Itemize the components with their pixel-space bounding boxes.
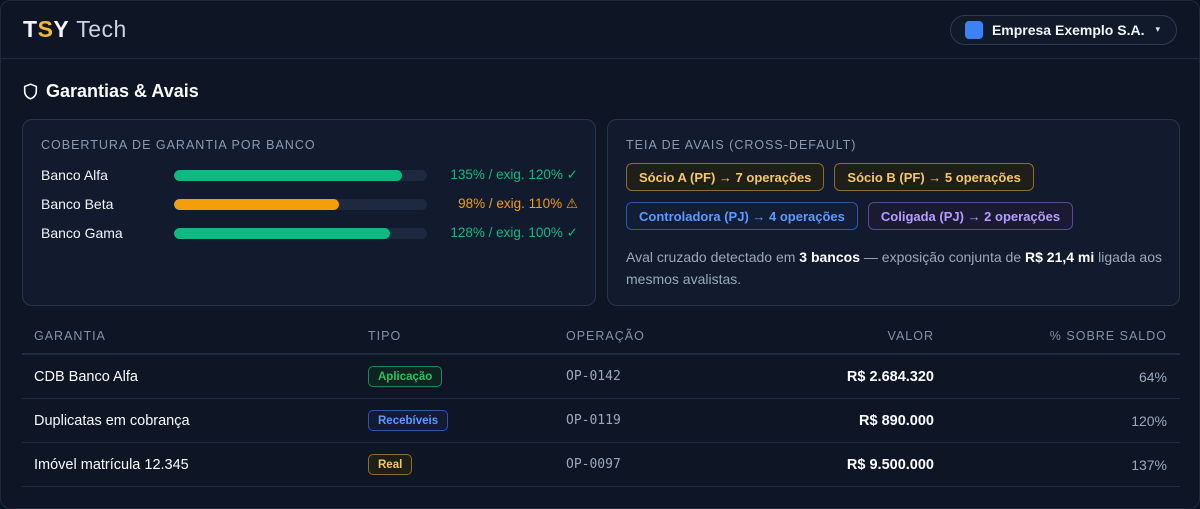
bank-name: Banco Alfa (41, 167, 108, 183)
cell-valor: R$ 2.684.320 (846, 368, 934, 385)
coverage-value: 98% / exig. 110% ⚠ (458, 196, 578, 211)
type-badge: Recebíveis (368, 410, 449, 431)
table-row[interactable]: Duplicatas em cobrança Recebíveis OP-011… (22, 399, 1180, 443)
guarantor-chip-socio-a[interactable]: Sócio A (PF) → 7 operações (626, 163, 825, 191)
table-row[interactable]: Imóvel matrícula 12.345 Real OP-0097 R$ … (22, 443, 1180, 487)
bank-coverage-row: Banco Beta 98% / exig. 110% ⚠ (41, 194, 578, 214)
logo-text: Tech (76, 16, 127, 42)
company-color-icon (964, 20, 983, 39)
cross-default-summary: Aval cruzado detectado em 3 bancos — exp… (626, 246, 1166, 290)
summary-exposure-amount: R$ 21,4 mi (1025, 249, 1095, 265)
column-header-pct-saldo[interactable]: % SOBRE SALDO (934, 329, 1167, 343)
cell-pct-saldo: 137% (1131, 456, 1167, 473)
avais-card-title: TEIA DE AVAIS (CROSS-DEFAULT) (626, 138, 857, 152)
type-badge: Aplicação (368, 366, 443, 387)
coverage-value: 128% / exig. 100% ✓ (450, 225, 578, 240)
bank-name: Banco Beta (41, 196, 114, 212)
guarantor-chips: Sócio A (PF) → 7 operações Sócio B (PF) … (626, 163, 1166, 241)
cell-operacao: OP-0142 (566, 369, 621, 384)
avais-card: TEIA DE AVAIS (CROSS-DEFAULT) Sócio A (P… (607, 119, 1180, 306)
chip-row: Controladora (PJ) → 4 operações Coligada… (626, 202, 1166, 230)
cell-pct-saldo: 64% (1138, 368, 1167, 385)
brand-logo[interactable]: TSY Tech (23, 16, 127, 43)
app-window: TSY Tech Empresa Exemplo S.A. ▾ Garantia… (0, 0, 1200, 509)
company-selector[interactable]: Empresa Exemplo S.A. ▾ (949, 14, 1177, 45)
cell-garantia: Duplicatas em cobrança (34, 412, 190, 429)
coverage-bar-fill (174, 227, 390, 239)
bank-coverage-row: Banco Gama 128% / exig. 100% ✓ (41, 223, 578, 243)
summary-bank-count: 3 bancos (799, 249, 860, 265)
coverage-bar-track (174, 198, 427, 210)
column-header-operacao[interactable]: OPERAÇÃO (566, 329, 792, 343)
cell-operacao: OP-0097 (566, 457, 621, 472)
cell-valor: R$ 890.000 (859, 412, 934, 429)
coverage-bar-track (174, 169, 427, 181)
logo-mark: TSY (23, 16, 69, 43)
coverage-card-title: COBERTURA DE GARANTIA POR BANCO (41, 138, 316, 152)
cell-garantia: Imóvel matrícula 12.345 (34, 456, 189, 473)
shield-icon (23, 83, 38, 100)
type-badge: Real (368, 454, 413, 475)
cell-garantia: CDB Banco Alfa (34, 368, 138, 385)
logo-letter-t: T (23, 16, 38, 42)
column-header-valor[interactable]: VALOR (792, 329, 934, 343)
logo-letter-s: S (37, 16, 54, 42)
coverage-bar-track (174, 227, 427, 239)
page-title: Garantias & Avais (46, 81, 199, 101)
guarantor-chip-socio-b[interactable]: Sócio B (PF) → 5 operações (834, 163, 1034, 191)
coverage-value: 135% / exig. 120% ✓ (450, 167, 578, 182)
coverage-card: COBERTURA DE GARANTIA POR BANCO Banco Al… (22, 119, 596, 306)
table-header: GARANTIA TIPO OPERAÇÃO VALOR % SOBRE SAL… (22, 319, 1180, 355)
column-header-tipo[interactable]: TIPO (368, 329, 566, 343)
coverage-bar-fill (174, 169, 402, 181)
company-name: Empresa Exemplo S.A. (991, 21, 1145, 38)
guarantor-chip-controladora[interactable]: Controladora (PJ) → 4 operações (626, 202, 858, 230)
table-row[interactable]: CDB Banco Alfa Aplicação OP-0142 R$ 2.68… (22, 355, 1180, 399)
column-header-garantia[interactable]: GARANTIA (22, 329, 368, 343)
chip-row: Sócio A (PF) → 7 operações Sócio B (PF) … (626, 163, 1166, 191)
cell-pct-saldo: 120% (1131, 412, 1167, 429)
bank-coverage-row: Banco Alfa 135% / exig. 120% ✓ (41, 165, 578, 185)
chevron-down-icon: ▾ (1155, 24, 1160, 34)
summary-prefix: Aval cruzado detectado em (626, 249, 800, 265)
logo-letter-y: Y (53, 16, 70, 42)
guarantees-table: GARANTIA TIPO OPERAÇÃO VALOR % SOBRE SAL… (22, 319, 1180, 487)
cell-operacao: OP-0119 (566, 413, 621, 428)
top-bar: TSY Tech Empresa Exemplo S.A. ▾ (1, 1, 1199, 59)
bank-name: Banco Gama (41, 225, 123, 241)
section-header: Garantias & Avais (23, 81, 199, 102)
cell-valor: R$ 9.500.000 (846, 456, 934, 473)
guarantor-chip-coligada[interactable]: Coligada (PJ) → 2 operações (867, 202, 1074, 230)
coverage-bar-fill (174, 198, 340, 210)
summary-middle: — exposição conjunta de (860, 249, 1025, 265)
